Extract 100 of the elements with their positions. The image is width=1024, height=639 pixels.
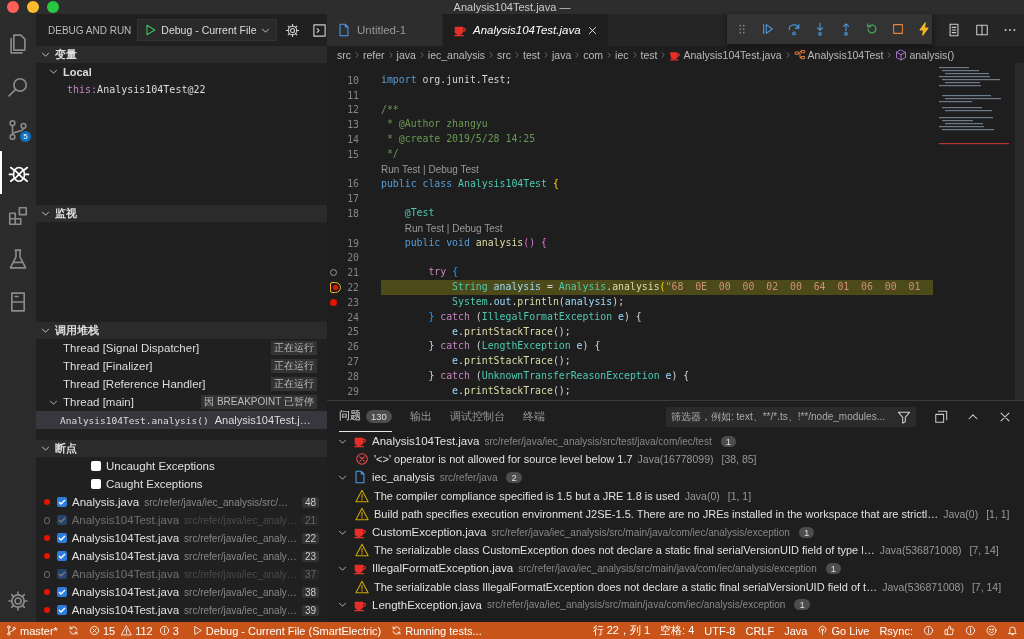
task-status[interactable]: Running tests... bbox=[391, 624, 482, 637]
checkbox[interactable] bbox=[91, 479, 101, 489]
checkbox[interactable] bbox=[56, 605, 67, 615]
section-header[interactable]: 调用堆栈 bbox=[36, 322, 327, 339]
checkbox[interactable] bbox=[56, 551, 67, 561]
code-lens[interactable]: Run Test | Debug Test bbox=[404, 222, 503, 234]
panel-tab[interactable]: 输出 bbox=[409, 401, 432, 432]
filter-field[interactable]: 筛选器，例如: text、**/*.ts、!**/node_modules... bbox=[666, 406, 916, 427]
thread-name[interactable]: Thread [Reference Handler] bbox=[63, 378, 271, 390]
status-item[interactable]: CRLF bbox=[745, 624, 775, 637]
problem-message[interactable]: The serializable class IllegalFormatException does not declare a static final serialVersionUID field of t… bbox=[374, 580, 878, 593]
info-icon bbox=[923, 625, 934, 636]
smiley-button[interactable] bbox=[986, 625, 997, 636]
problem-message[interactable]: '<>' operator is not allowed for source level below 1.7 bbox=[374, 453, 633, 466]
checkbox[interactable] bbox=[56, 587, 67, 597]
thread-name[interactable]: Thread [Signal Dispatcher] bbox=[63, 342, 271, 354]
thread-name[interactable]: Thread [Finalizer] bbox=[63, 360, 271, 372]
stop-icon[interactable] bbox=[891, 22, 905, 36]
close-icon[interactable] bbox=[586, 24, 598, 36]
section-header[interactable]: 断点 bbox=[36, 440, 327, 457]
stack-frame[interactable]: Analysis104Test.analysis() Analysis104Test.j… bbox=[36, 411, 327, 429]
chevron-right-icon bbox=[353, 50, 361, 59]
file-name[interactable]: IllegalFormatException.java bbox=[372, 562, 514, 575]
status-item[interactable]: 空格: 4 bbox=[660, 623, 695, 638]
files-icon bbox=[7, 32, 29, 55]
editor-tab[interactable]: Untitled-1 bbox=[327, 14, 443, 46]
file-name: Analysis104Test.java bbox=[71, 532, 180, 544]
info-icon bbox=[158, 625, 170, 636]
file-name: Analysis104Test.java bbox=[71, 604, 180, 616]
breadcrumb-item[interactable]: iec_analysis bbox=[427, 48, 486, 61]
problem-message[interactable]: The compiler compliance specified is 1.5 but a JRE 1.8 is used bbox=[374, 489, 680, 502]
line-number: 22 bbox=[347, 282, 359, 294]
problem-message[interactable]: The serializable class CustomException does not declare a static final serialVersionUID field of type l… bbox=[374, 544, 875, 557]
branch-status[interactable]: master* bbox=[6, 624, 58, 637]
file-name[interactable]: CustomException.java bbox=[372, 526, 487, 539]
step-over-icon[interactable] bbox=[787, 22, 801, 36]
file-name[interactable]: iec_analysis bbox=[372, 471, 435, 484]
thread-name[interactable]: Thread [main] bbox=[63, 396, 202, 408]
breadcrumb-item[interactable]: test bbox=[640, 48, 658, 61]
line-badge: 48 bbox=[301, 496, 319, 508]
line-badge: 39 bbox=[301, 604, 319, 616]
breadcrumb-item[interactable]: com bbox=[583, 48, 604, 61]
zoom-button[interactable] bbox=[47, 1, 59, 13]
breadcrumb-item[interactable]: src bbox=[337, 48, 351, 61]
section-header[interactable]: 监视 bbox=[36, 205, 327, 222]
status-item[interactable]: 行 22，列 1 bbox=[592, 623, 651, 638]
breadcrumb-item[interactable]: iec bbox=[615, 48, 629, 61]
breadcrumb-item[interactable]: Analysis104Test bbox=[807, 48, 884, 61]
status-item[interactable]: Rsync: bbox=[879, 624, 913, 637]
chevron-down-icon bbox=[48, 66, 59, 77]
error-icon bbox=[88, 625, 100, 636]
minimize-button[interactable] bbox=[27, 1, 39, 13]
panel-tab[interactable]: 调试控制台 bbox=[449, 401, 505, 432]
file-name[interactable]: LengthException.java bbox=[372, 598, 482, 611]
line-number: 11 bbox=[347, 89, 359, 101]
activity-item[interactable]: 5 bbox=[0, 108, 36, 151]
file-path: src/refer/java/iec_analy… bbox=[184, 550, 297, 562]
breadcrumb-item[interactable]: refer bbox=[363, 48, 385, 61]
panel-tab[interactable]: 问题 130 bbox=[339, 401, 392, 432]
branch-icon bbox=[7, 118, 29, 141]
file-name[interactable]: Analysis104Test.java bbox=[372, 435, 480, 448]
collapse-all-button[interactable] bbox=[934, 409, 948, 424]
continue-icon[interactable] bbox=[761, 22, 775, 36]
lightning-icon[interactable] bbox=[917, 22, 931, 36]
window-title: Analysis104Test.java — bbox=[453, 1, 571, 13]
expand-toggle[interactable] bbox=[48, 397, 59, 408]
breakpoint-icon[interactable] bbox=[330, 298, 337, 306]
section-header[interactable]: 变量 bbox=[36, 46, 327, 63]
configuration-dropdown[interactable]: Debug - Current File bbox=[137, 19, 278, 41]
sync-button[interactable] bbox=[67, 625, 79, 636]
status-item[interactable]: UTF-8 bbox=[704, 624, 736, 637]
info-button[interactable] bbox=[965, 625, 976, 636]
breadcrumb-item[interactable]: src bbox=[497, 48, 512, 61]
checkbox[interactable] bbox=[91, 461, 101, 471]
breadcrumb-item[interactable]: java bbox=[396, 48, 416, 61]
code-line: e.printStackTrace(); bbox=[451, 324, 571, 339]
panel-tab[interactable]: 终端 bbox=[522, 401, 545, 432]
debug-status[interactable]: Debug - Current File (SmartElectric) bbox=[191, 624, 382, 637]
scrollbar[interactable] bbox=[1015, 63, 1024, 400]
close-window-button[interactable] bbox=[7, 1, 19, 13]
file-name: Analysis104Test.java bbox=[71, 514, 180, 526]
restart-icon[interactable] bbox=[865, 22, 879, 36]
checkbox[interactable] bbox=[57, 497, 67, 507]
notifications-button[interactable] bbox=[1007, 625, 1018, 636]
file-icon bbox=[353, 470, 367, 485]
go-live-button[interactable]: Go Live bbox=[817, 624, 870, 637]
status-item[interactable]: Java bbox=[784, 624, 808, 637]
feedback-button[interactable] bbox=[944, 625, 955, 636]
problem-message[interactable]: Build path specifies execution environment J2SE-1.5. There are no JREs installed in the workspace that are strictl… bbox=[374, 507, 939, 520]
breadcrumb-item[interactable]: test bbox=[523, 48, 540, 61]
code-lens[interactable]: Run Test | Debug Test bbox=[381, 163, 479, 175]
breadcrumb-item[interactable]: java bbox=[552, 48, 572, 61]
checkbox[interactable] bbox=[56, 533, 67, 543]
breadcrumb-item[interactable]: Analysis104Test.java bbox=[683, 48, 782, 61]
editor-tab[interactable]: Analysis104Test.java bbox=[443, 14, 609, 46]
breadcrumb-item[interactable]: analysis() bbox=[909, 48, 955, 61]
scope-item[interactable]: Local bbox=[36, 63, 92, 80]
problems-status[interactable]: 15 112 3 bbox=[88, 624, 182, 637]
rsync-status-icon[interactable] bbox=[923, 625, 934, 636]
chevron-right-icon bbox=[659, 50, 668, 59]
